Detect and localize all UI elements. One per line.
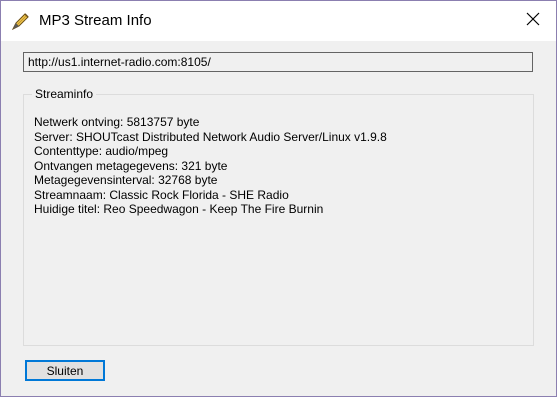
title-bar[interactable]: MP3 Stream Info xyxy=(1,1,556,41)
close-icon xyxy=(526,12,540,31)
info-line-current-title: Huidige titel: Reo Speedwagon - Keep The… xyxy=(34,202,324,216)
pencil-feather-icon xyxy=(11,11,31,31)
streaminfo-list: Netwerk ontving: 5813757 byte Server: SH… xyxy=(34,115,387,217)
info-line-stream-name: Streamnaam: Classic Rock Florida - SHE R… xyxy=(34,187,289,202)
info-line-metadata-received: Ontvangen metagegevens: 321 byte xyxy=(34,158,228,173)
info-line-server: Server: SHOUTcast Distributed Network Au… xyxy=(34,129,387,144)
streaminfo-legend: Streaminfo xyxy=(32,87,97,101)
close-button[interactable] xyxy=(510,1,556,41)
info-line-metadata-interval: Metagegevensinterval: 32768 byte xyxy=(34,173,218,187)
window-title: MP3 Stream Info xyxy=(39,12,152,29)
mp3-stream-info-window: MP3 Stream Info http://us1.internet-radi… xyxy=(0,0,557,397)
stream-url-field[interactable]: http://us1.internet-radio.com:8105/ xyxy=(23,52,533,72)
sluiten-button[interactable]: Sluiten xyxy=(25,360,105,381)
info-line-network-received: Netwerk ontving: 5813757 byte xyxy=(34,115,200,129)
info-line-contenttype: Contenttype: audio/mpeg xyxy=(34,144,169,158)
